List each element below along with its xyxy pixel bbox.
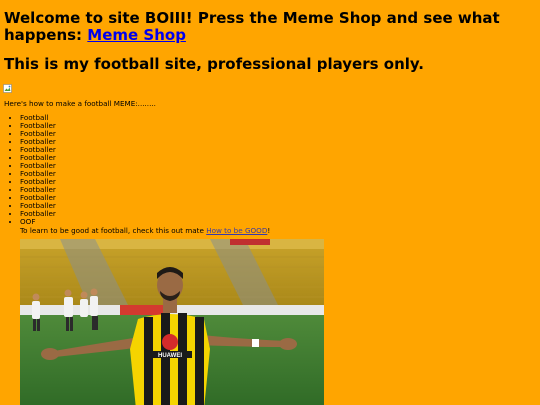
- tip-paragraph: To learn to be good at football, check t…: [20, 226, 270, 235]
- page-subtitle: This is my football site, professional p…: [4, 55, 424, 73]
- meme-shop-link[interactable]: Meme Shop: [87, 26, 186, 44]
- header: Welcome to site BOIII! Press the Meme Sh…: [4, 10, 540, 44]
- welcome-text: Welcome to site BOIII! Press the Meme Sh…: [4, 9, 500, 44]
- tip-text-after: !: [267, 226, 271, 235]
- intro-text: Here's how to make a football MEME:.....…: [4, 99, 156, 108]
- page: Welcome to site BOIII! Press the Meme Sh…: [0, 0, 540, 405]
- how-to-be-good-link[interactable]: How to be GOOD: [206, 226, 267, 235]
- ingredients-list: FootballFootballerFootballerFootballerFo…: [8, 114, 56, 226]
- tip-text-before: To learn to be good at football, check t…: [20, 226, 207, 235]
- ingredient-item: OOF: [20, 218, 56, 226]
- sponsor-logo-text: HUAWEI: [158, 353, 182, 359]
- broken-image-icon: [3, 84, 12, 93]
- welcome-heading: Welcome to site BOIII! Press the Meme Sh…: [4, 10, 540, 44]
- football-player-photo: HUAWEI: [20, 239, 324, 405]
- photo-illustration: HUAWEI: [20, 239, 324, 405]
